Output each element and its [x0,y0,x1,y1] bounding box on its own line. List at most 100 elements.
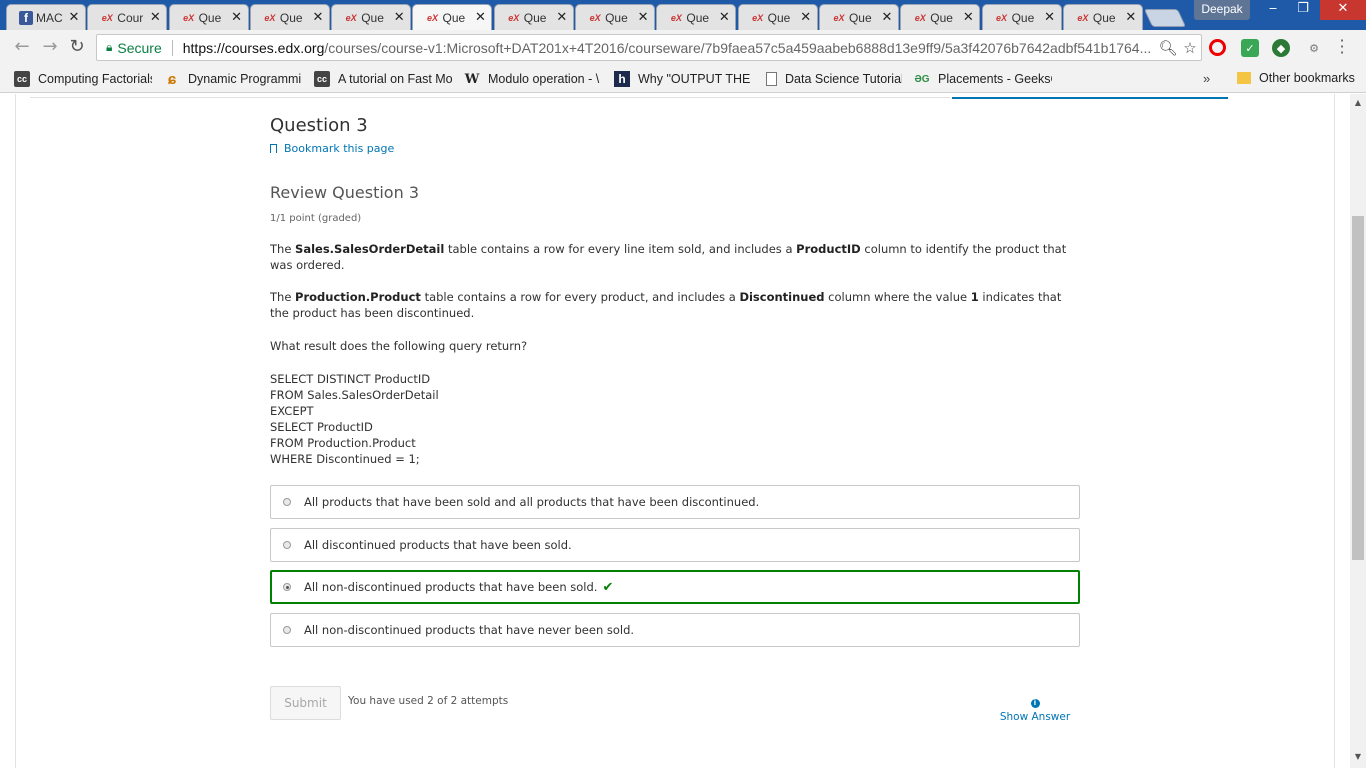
tab-title: MAC [36,10,63,25]
bookmarks-overflow-icon[interactable]: » [1203,71,1210,86]
window-close-icon[interactable]: ✕ [1320,0,1366,20]
vertical-scrollbar[interactable]: ▲ ▼ [1350,94,1366,768]
profile-button[interactable]: Deepak [1194,0,1250,20]
edx-icon: eX [833,12,845,23]
close-icon[interactable]: ✕ [393,10,405,25]
address-bar[interactable]: 🔒︎ Secure https://courses.edx.org/course… [96,34,1202,61]
zoom-icon[interactable]: 🔍︎ [1157,39,1179,57]
menu-icon[interactable]: · · · [1337,33,1347,61]
star-icon[interactable]: ☆ [1179,39,1201,57]
close-icon[interactable]: ✕ [962,10,974,25]
tab-title: Que [361,10,384,25]
scroll-down-arrow-icon[interactable]: ▼ [1350,752,1366,761]
scroll-up-arrow-icon[interactable]: ▲ [1350,98,1366,107]
answer-choice[interactable]: All products that have been sold and all… [270,485,1080,519]
tab-edx[interactable]: eX Que ✕ [1062,4,1143,30]
other-bookmarks[interactable]: Other bookmarks [1237,71,1355,85]
answer-choice[interactable]: All discontinued products that have been… [270,528,1080,562]
bookmark-label: Placements - GeeksC [938,72,1052,86]
page-title: Question 3 [270,115,368,136]
answer-choice[interactable]: All non-discontinued products that have … [270,613,1080,647]
bookmark-item[interactable]: Data Science Tutorial [764,71,902,87]
scrollbar-thumb[interactable] [1352,216,1364,560]
divider [1334,94,1335,768]
secure-label: Secure [117,39,162,56]
answer-choice-selected-correct[interactable]: All non-discontinued products that have … [270,570,1080,604]
close-icon[interactable]: ✕ [149,10,161,25]
bookmark-item[interactable]: ƏG Placements - GeeksC [914,71,1052,87]
minimize-icon[interactable]: ‒ [1256,0,1290,20]
question-prompt: What result does the following query ret… [270,339,528,353]
points-status: 1/1 point (graded) [270,213,362,224]
page-viewport: Question 3 Bookmark this page Review Que… [0,94,1366,768]
tab-facebook[interactable]: f MAC ✕ [6,4,86,30]
opera-extension-icon[interactable] [1209,39,1226,56]
extension-icon[interactable]: ◆ [1272,39,1290,57]
tab-title: Que [930,10,953,25]
browser-toolbar: ← → ↻ 🔒︎ Secure https://courses.edx.org/… [0,30,1366,65]
close-icon[interactable]: ✕ [800,10,812,25]
extension-icon[interactable]: ✓ [1241,39,1259,57]
query-line: SELECT ProductID [270,420,373,434]
lock-icon[interactable]: 🔒︎ [106,40,112,55]
tab-edx[interactable]: eX Que ✕ [900,4,981,30]
tab-edx[interactable]: eX Que ✕ [249,4,330,30]
tab-title: Que [442,10,466,25]
close-icon[interactable]: ✕ [1044,10,1056,25]
tab-edx[interactable]: eX Que ✕ [575,4,656,30]
bookmark-page-link[interactable]: Bookmark this page [270,142,394,155]
query-line: EXCEPT [270,404,314,418]
choice-label: All products that have been sold and all… [304,495,760,509]
tab-edx[interactable]: eX Cour ✕ [87,4,168,30]
edx-icon: eX [264,12,276,23]
tab-edx[interactable]: eX Que ✕ [737,4,818,30]
bookmark-item[interactable]: cc Computing Factorials [14,71,152,87]
show-answer-button[interactable]: i Show Answer [992,696,1078,723]
bookmark-item[interactable]: h Why "OUTPUT THE A [614,71,752,87]
tab-edx-active[interactable]: eX Que ✕ [412,4,493,30]
edx-icon: eX [589,12,601,23]
tab-edx[interactable]: eX Que ✕ [168,4,249,30]
tab-edx[interactable]: eX Que ✕ [818,4,899,30]
close-icon[interactable]: ✕ [718,10,730,25]
radio-button[interactable] [283,498,291,506]
radio-button-selected[interactable] [283,583,291,591]
edx-icon: eX [670,12,682,23]
cc-icon: cc [14,71,30,87]
restore-icon[interactable]: ❐ [1286,0,1320,20]
forward-arrow-icon[interactable]: → [40,38,60,56]
tab-edx[interactable]: eX Que ✕ [656,4,737,30]
bookmark-item[interactable]: ɕ Dynamic Programmin [164,71,302,87]
reload-icon[interactable]: ↻ [67,38,87,56]
query-line: FROM Production.Product [270,436,416,450]
bookmark-link-label: Bookmark this page [284,142,395,155]
text: table contains a row for every line item… [444,242,797,256]
bookmark-label: A tutorial on Fast Mo [338,72,452,86]
new-tab-button[interactable] [1143,9,1187,27]
choice-label: All non-discontinued products that have … [304,623,635,637]
close-icon[interactable]: ✕ [474,10,486,25]
close-icon[interactable]: ✕ [637,10,649,25]
close-icon[interactable]: ✕ [231,10,243,25]
close-icon[interactable]: ✕ [556,10,568,25]
tab-edx[interactable]: eX Que ✕ [493,4,574,30]
bookmark-item[interactable]: cc A tutorial on Fast Mo [314,71,452,87]
tab-edx[interactable]: eX Que ✕ [331,4,412,30]
tab-title: Que [198,10,222,25]
close-icon[interactable]: ✕ [881,10,893,25]
close-icon[interactable]: ✕ [1125,10,1137,25]
radio-button[interactable] [283,541,291,549]
page-icon [766,72,777,86]
tab-edx[interactable]: eX Que ✕ [981,4,1062,30]
bookmark-item[interactable]: W Modulo operation - \ [464,71,602,87]
bookmark-label: Dynamic Programmin [188,72,302,86]
tab-title: Que [605,10,628,25]
extension-icon[interactable]: ⚙ [1305,39,1323,57]
back-arrow-icon[interactable]: ← [12,38,32,56]
url-text[interactable]: https://courses.edx.org/courses/course-v… [183,40,1157,56]
close-icon[interactable]: ✕ [312,10,324,25]
submit-button[interactable]: Submit [270,686,341,720]
radio-button[interactable] [283,626,291,634]
close-icon[interactable]: ✕ [68,10,80,25]
text: The [270,290,296,304]
